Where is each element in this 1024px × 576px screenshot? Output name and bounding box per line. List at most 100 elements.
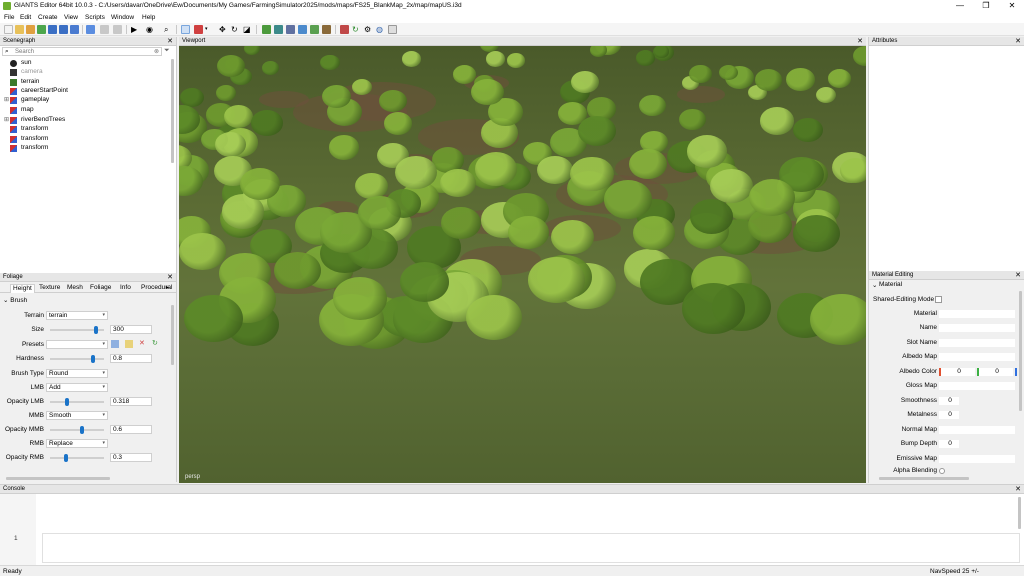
console-input[interactable]: [42, 533, 1020, 563]
opacity-lmb-slider[interactable]: [50, 401, 104, 403]
maximize-button[interactable]: ❐: [974, 1, 998, 11]
menu-file[interactable]: File: [4, 14, 14, 21]
material-hscrollbar[interactable]: [879, 477, 969, 480]
terrain-paint-icon[interactable]: [194, 25, 203, 34]
close-icon[interactable]: ✕: [1015, 485, 1021, 494]
menu-edit[interactable]: Edit: [20, 14, 31, 21]
close-icon[interactable]: ✕: [167, 273, 173, 282]
emissive-map-field[interactable]: [939, 455, 1015, 463]
slot-name-field[interactable]: [939, 339, 1015, 347]
brush-icon[interactable]: [286, 25, 295, 34]
opacity-mmb-slider-handle[interactable]: [80, 426, 85, 434]
tab-info[interactable]: Info: [118, 284, 133, 293]
refresh-preset-icon[interactable]: ↻: [152, 339, 158, 347]
eye-icon[interactable]: ◉: [146, 25, 155, 34]
tab-procedural[interactable]: Procedural: [139, 284, 174, 293]
smoothness-field[interactable]: 0: [939, 397, 959, 405]
save-preset-icon[interactable]: [111, 340, 119, 348]
foliage-scrollbar[interactable]: [171, 305, 174, 365]
terrain-select[interactable]: terrain ▾: [46, 311, 108, 320]
menu-help[interactable]: Help: [142, 14, 155, 21]
menu-create[interactable]: Create: [38, 14, 58, 21]
bump-depth-field[interactable]: 0: [939, 440, 959, 448]
layout-icon[interactable]: [388, 25, 397, 34]
filter-icon[interactable]: ⏷: [164, 47, 170, 55]
scenegraph-search-input[interactable]: ⌕ Search ⊗: [2, 47, 162, 56]
field-icon[interactable]: [322, 25, 331, 34]
opacity-rmb-slider[interactable]: [50, 457, 104, 459]
albedo-map-field[interactable]: [939, 353, 1015, 361]
tabs-scroll-right-icon[interactable]: ▸: [166, 284, 169, 291]
terrain-icon[interactable]: [262, 25, 271, 34]
nav-speed-text[interactable]: NavSpeed 25 +/-: [930, 568, 979, 575]
close-icon[interactable]: ✕: [1015, 37, 1021, 46]
search-icon[interactable]: ⌕: [164, 25, 173, 34]
help-icon[interactable]: [86, 25, 95, 34]
tab-foliage[interactable]: Foliage: [88, 284, 113, 293]
hardness-field[interactable]: 0.8: [110, 354, 152, 363]
gear-icon[interactable]: ⚙: [364, 25, 373, 34]
material-value[interactable]: [939, 310, 1015, 318]
close-icon[interactable]: ✕: [167, 37, 173, 46]
redo-icon[interactable]: [113, 25, 122, 34]
tree-icon[interactable]: [310, 25, 319, 34]
menu-view[interactable]: View: [64, 14, 78, 21]
close-icon[interactable]: ✕: [857, 37, 863, 46]
globe-icon[interactable]: ◍: [376, 25, 385, 34]
load-preset-icon[interactable]: [125, 340, 133, 348]
albedo-r-field[interactable]: 0: [939, 368, 975, 376]
reload-icon[interactable]: [37, 25, 46, 34]
select-tool-icon[interactable]: [181, 25, 190, 34]
tab-mesh[interactable]: Mesh: [65, 284, 85, 293]
opacity-lmb-slider-handle[interactable]: [65, 398, 70, 406]
tab-texture[interactable]: Texture: [37, 284, 62, 293]
brush-section[interactable]: ⌄ Brush: [3, 296, 27, 304]
size-slider-handle[interactable]: [93, 326, 98, 334]
albedo-g-field[interactable]: 0: [977, 368, 1013, 376]
foliage-icon[interactable]: [274, 25, 283, 34]
hardness-slider[interactable]: [50, 358, 104, 360]
minimize-button[interactable]: —: [948, 1, 972, 11]
menu-window[interactable]: Window: [111, 14, 134, 21]
viewport-3d-scene[interactable]: persp: [179, 46, 866, 483]
name-field[interactable]: [939, 324, 1015, 332]
close-window-button[interactable]: ✕: [1000, 1, 1024, 11]
shared-editing-checkbox[interactable]: [935, 296, 942, 303]
alpha-blending-checkbox[interactable]: [939, 468, 945, 474]
metalness-field[interactable]: 0: [939, 411, 959, 419]
paint-icon[interactable]: [298, 25, 307, 34]
save-as-icon[interactable]: [59, 25, 68, 34]
presets-select[interactable]: ▾: [46, 340, 108, 349]
object-icon[interactable]: [340, 25, 349, 34]
save-icon[interactable]: [48, 25, 57, 34]
play-icon[interactable]: ▶: [131, 25, 140, 34]
refresh-icon[interactable]: ↻: [352, 25, 361, 34]
hardness-slider-handle[interactable]: [91, 355, 96, 363]
close-icon[interactable]: ✕: [1015, 271, 1021, 280]
menu-scripts[interactable]: Scripts: [85, 14, 105, 21]
material-section[interactable]: ⌄ Material: [871, 281, 1017, 290]
gloss-map-field[interactable]: [939, 382, 1015, 390]
rmb-select[interactable]: Replace ▾: [46, 439, 108, 448]
lmb-select[interactable]: Add ▾: [46, 383, 108, 392]
export-icon[interactable]: [70, 25, 79, 34]
size-field[interactable]: 300: [110, 325, 152, 334]
chevron-down-icon[interactable]: ▾: [205, 25, 214, 34]
opacity-rmb-slider-handle[interactable]: [64, 454, 69, 462]
move-tool-icon[interactable]: ✥: [219, 25, 228, 34]
brush-type-select[interactable]: Round ▾: [46, 369, 108, 378]
undo-icon[interactable]: [100, 25, 109, 34]
rotate-tool-icon[interactable]: ↻: [231, 25, 240, 34]
opacity-lmb-field[interactable]: 0.318: [110, 397, 152, 406]
foliage-hscrollbar[interactable]: [6, 477, 110, 480]
tab-height[interactable]: Height: [10, 284, 35, 293]
scale-tool-icon[interactable]: ◪: [243, 25, 252, 34]
material-scrollbar[interactable]: [1019, 291, 1022, 411]
new-file-icon[interactable]: [4, 25, 13, 34]
opacity-rmb-field[interactable]: 0.3: [110, 453, 152, 462]
delete-preset-icon[interactable]: ✕: [139, 339, 145, 347]
scenegraph-scrollbar[interactable]: [171, 59, 174, 163]
opacity-mmb-slider[interactable]: [50, 429, 104, 431]
open-folder-icon[interactable]: [15, 25, 24, 34]
clear-search-icon[interactable]: ⊗: [154, 48, 159, 55]
